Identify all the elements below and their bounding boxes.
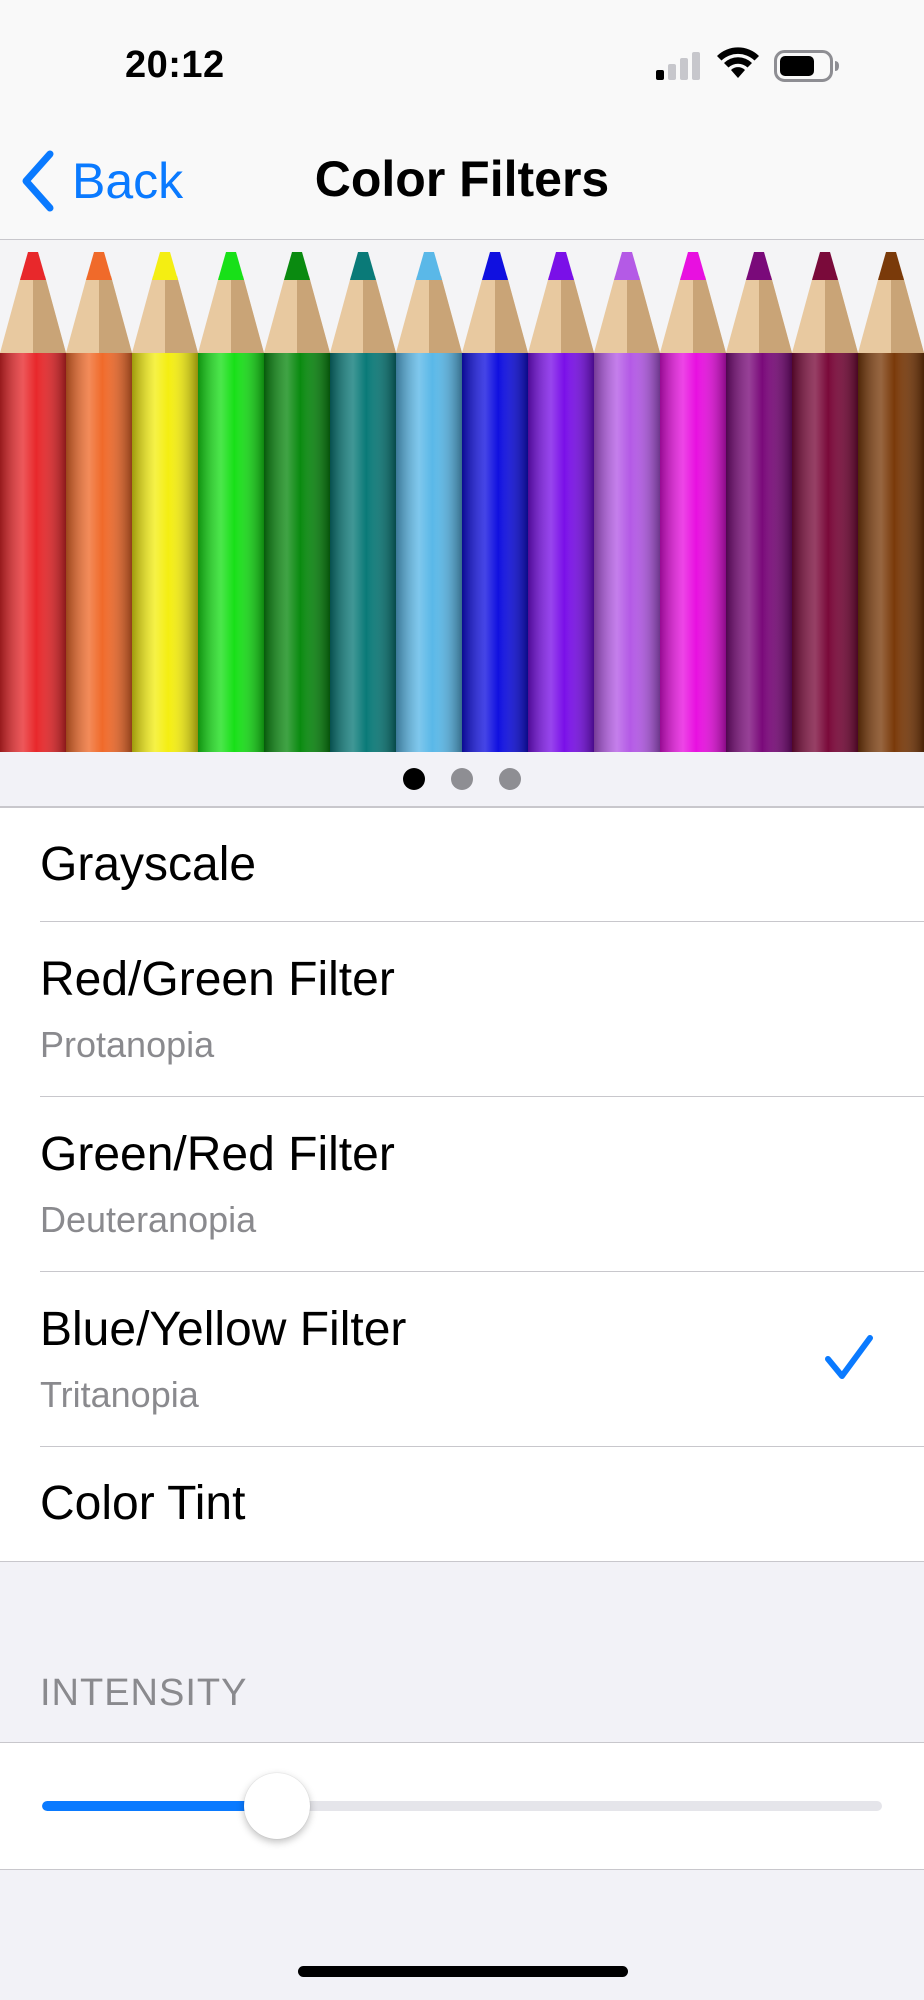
chevron-left-icon — [22, 150, 54, 212]
color-preview-carousel[interactable] — [0, 240, 924, 752]
pencil — [660, 252, 726, 752]
pencil — [66, 252, 132, 752]
pencil — [0, 252, 66, 752]
filter-label: Color Tint — [40, 1477, 246, 1530]
pencil — [858, 252, 924, 752]
page-dot-3[interactable] — [499, 768, 521, 790]
colored-pencils-image — [0, 252, 924, 752]
intensity-header: INTENSITY — [40, 1672, 248, 1714]
page-indicator[interactable] — [0, 752, 924, 808]
filter-list: Grayscale Red/Green Filter Protanopia Gr… — [0, 808, 924, 1562]
pencil — [198, 252, 264, 752]
status-time: 20:12 — [125, 44, 225, 86]
pencil — [528, 252, 594, 752]
filter-option-protanopia[interactable]: Red/Green Filter Protanopia — [0, 922, 924, 1097]
wifi-icon — [717, 47, 759, 78]
filter-label: Blue/Yellow Filter — [40, 1303, 407, 1356]
filter-option-grayscale[interactable]: Grayscale — [0, 808, 924, 922]
intensity-slider-thumb[interactable] — [244, 1773, 311, 1839]
filter-label: Grayscale — [40, 838, 257, 891]
filter-option-deuteranopia[interactable]: Green/Red Filter Deuteranopia — [0, 1097, 924, 1272]
pencil — [726, 252, 792, 752]
pencil — [330, 252, 396, 752]
pencil — [462, 252, 528, 752]
pencil — [396, 252, 462, 752]
navigation-bar: Color Filters Back — [0, 120, 924, 240]
back-button[interactable]: Back — [20, 150, 183, 212]
home-indicator — [298, 1966, 628, 1977]
filter-label: Green/Red Filter — [40, 1128, 395, 1181]
page-dot-1[interactable] — [403, 768, 425, 790]
checkmark-icon — [825, 1335, 873, 1379]
status-bar: 20:12 — [0, 0, 924, 120]
cellular-signal-icon — [656, 52, 700, 80]
intensity-slider-card — [0, 1742, 924, 1870]
filter-subtitle: Deuteranopia — [40, 1199, 257, 1240]
pencil — [132, 252, 198, 752]
filter-subtitle: Protanopia — [40, 1024, 215, 1065]
filter-option-color-tint[interactable]: Color Tint — [0, 1447, 924, 1561]
pencil — [264, 252, 330, 752]
back-label: Back — [72, 153, 184, 209]
intensity-slider-fill — [42, 1801, 278, 1811]
pencil — [594, 252, 660, 752]
filter-subtitle: Tritanopia — [40, 1374, 199, 1415]
battery-icon — [774, 50, 839, 82]
filter-option-tritanopia[interactable]: Blue/Yellow Filter Tritanopia — [0, 1272, 924, 1447]
filter-label: Red/Green Filter — [40, 953, 395, 1006]
page-dot-2[interactable] — [451, 768, 473, 790]
intensity-slider-track[interactable] — [42, 1801, 882, 1811]
pencil — [792, 252, 858, 752]
